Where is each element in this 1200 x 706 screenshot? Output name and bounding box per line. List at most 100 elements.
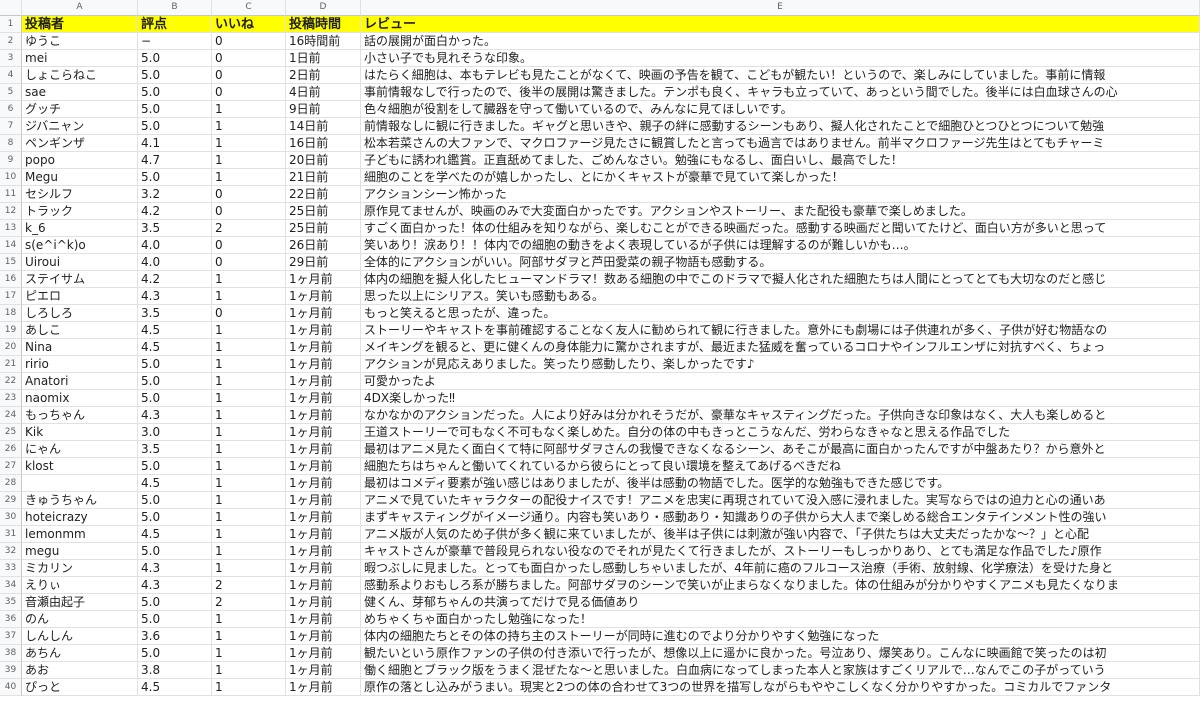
- cell-review[interactable]: 色々細胞が役割をして臓器を守って働いているので、みんなに見てほしいです。: [361, 101, 1200, 118]
- row-number[interactable]: 10: [0, 169, 22, 186]
- cell-poster[interactable]: もっちゃん: [22, 407, 138, 424]
- cell-review[interactable]: はたらく細胞は、本もテレビも見たことがなくて、映画の予告を観て、こどもが観たい！…: [361, 67, 1200, 84]
- cell-rating[interactable]: 5.0: [138, 492, 212, 509]
- cell-review[interactable]: 4DX楽しかった‼︎: [361, 390, 1200, 407]
- cell-rating[interactable]: 5.0: [138, 50, 212, 67]
- cell-poster[interactable]: あちん: [22, 645, 138, 662]
- row-number[interactable]: 15: [0, 254, 22, 271]
- cell-review[interactable]: 最初はコメディ要素が強い感じはありましたが、後半は感動の物語でした。医学的な勉強…: [361, 475, 1200, 492]
- cell-likes[interactable]: 1: [212, 339, 286, 356]
- cell-review[interactable]: ストーリーやキャストを事前確認することなく友人に勧められて観に行きました。意外に…: [361, 322, 1200, 339]
- cell-posted-time[interactable]: 25日前: [286, 203, 361, 220]
- cell-posted-time[interactable]: 1ヶ月前: [286, 424, 361, 441]
- cell-rating[interactable]: 5.0: [138, 594, 212, 611]
- cell-rating[interactable]: 5.0: [138, 645, 212, 662]
- cell-likes[interactable]: 1: [212, 611, 286, 628]
- cell-posted-time[interactable]: 1ヶ月前: [286, 441, 361, 458]
- cell-poster[interactable]: Anatori: [22, 373, 138, 390]
- cell-likes[interactable]: 0: [212, 50, 286, 67]
- cell-posted-time[interactable]: 1ヶ月前: [286, 373, 361, 390]
- cell-poster[interactable]: 音瀬由起子: [22, 594, 138, 611]
- row-number[interactable]: 27: [0, 458, 22, 475]
- cell-poster[interactable]: セシルフ: [22, 186, 138, 203]
- cell-likes[interactable]: 1: [212, 118, 286, 135]
- cell-rating[interactable]: 5.0: [138, 390, 212, 407]
- cell-review[interactable]: 可愛かったよ: [361, 373, 1200, 390]
- cell-poster[interactable]: しんしん: [22, 628, 138, 645]
- cell-likes[interactable]: 1: [212, 424, 286, 441]
- cell-review[interactable]: 事前情報なしで行ったので、後半の展開は驚きました。テンポも良く、キャラも立ってい…: [361, 84, 1200, 101]
- cell-rating[interactable]: 5.0: [138, 101, 212, 118]
- cell-review[interactable]: なかなかのアクションだった。人により好みは分かれそうだが、豪華なキャスティングだ…: [361, 407, 1200, 424]
- row-number[interactable]: 33: [0, 560, 22, 577]
- cell-poster[interactable]: きゅうちゃん: [22, 492, 138, 509]
- cell-review[interactable]: アニメで見ていたキャラクターの配役ナイスです！アニメを忠実に再現されていて没入感…: [361, 492, 1200, 509]
- cell-review[interactable]: 働く細胞とブラック版をうまく混ぜたな〜と思いました。白血病になってしまった本人と…: [361, 662, 1200, 679]
- cell-rating[interactable]: 5.0: [138, 543, 212, 560]
- cell-posted-time[interactable]: 1ヶ月前: [286, 526, 361, 543]
- row-number[interactable]: 13: [0, 220, 22, 237]
- cell-rating[interactable]: 5.0: [138, 169, 212, 186]
- row-number[interactable]: 2: [0, 33, 22, 50]
- cell-likes[interactable]: 0: [212, 67, 286, 84]
- cell-poster[interactable]: しょこらねこ: [22, 67, 138, 84]
- cell-review[interactable]: 子どもに誘われ鑑賞。正直舐めてました、ごめんなさい。勉強にもなるし、面白いし、最…: [361, 152, 1200, 169]
- cell-posted-time[interactable]: 1ヶ月前: [286, 611, 361, 628]
- cell-review[interactable]: すごく面白かった！体の仕組みを知りながら、楽しむことができる映画だった。感動する…: [361, 220, 1200, 237]
- cell-likes[interactable]: 1: [212, 628, 286, 645]
- row-number[interactable]: 35: [0, 594, 22, 611]
- cell-rating[interactable]: 4.5: [138, 475, 212, 492]
- cell-posted-time[interactable]: 1日前: [286, 50, 361, 67]
- cell-review[interactable]: 細胞たちはちゃんと働いてくれているから彼らにとって良い環境を整えてあげるべきだね: [361, 458, 1200, 475]
- cell-review[interactable]: まずキャスティングがイメージ通り。内容も笑いあり・感動あり・知識ありの子供から大…: [361, 509, 1200, 526]
- cell-poster[interactable]: ぴっと: [22, 679, 138, 696]
- row-number[interactable]: 29: [0, 492, 22, 509]
- cell-rating[interactable]: 3.0: [138, 424, 212, 441]
- cell-posted-time[interactable]: 2日前: [286, 67, 361, 84]
- cell-rating[interactable]: 5.0: [138, 509, 212, 526]
- cell-poster[interactable]: hoteicrazy: [22, 509, 138, 526]
- cell-review[interactable]: 原作見てませんが、映画のみで大変面白かったです。アクションやストーリー、また配役…: [361, 203, 1200, 220]
- cell-review[interactable]: 感動系よりおもしろ系が勝ちました。阿部サダヲのシーンで笑いが止まらなくなりました…: [361, 577, 1200, 594]
- cell-likes[interactable]: 2: [212, 577, 286, 594]
- cell-poster[interactable]: のん: [22, 611, 138, 628]
- cell-likes[interactable]: 1: [212, 492, 286, 509]
- column-header-c[interactable]: C: [212, 0, 286, 16]
- cell-poster[interactable]: Nina: [22, 339, 138, 356]
- cell-posted-time[interactable]: 1ヶ月前: [286, 458, 361, 475]
- cell-review[interactable]: 王道ストーリーで可もなく不可もなく楽しめた。自分の体の中もきっとこうなんだ、労わ…: [361, 424, 1200, 441]
- cell-review[interactable]: 体内の細胞たちとその体の持ち主のストーリーが同時に進むのでより分かりやすく勉強に…: [361, 628, 1200, 645]
- cell-likes[interactable]: 2: [212, 220, 286, 237]
- row-number[interactable]: 28: [0, 475, 22, 492]
- cell-poster[interactable]: [22, 475, 138, 492]
- cell-poster[interactable]: ピエロ: [22, 288, 138, 305]
- cell-posted-time[interactable]: 16日前: [286, 135, 361, 152]
- header-cell-poster[interactable]: 投稿者: [22, 16, 138, 33]
- cell-poster[interactable]: ステイサム: [22, 271, 138, 288]
- cell-posted-time[interactable]: 25日前: [286, 220, 361, 237]
- row-number[interactable]: 6: [0, 101, 22, 118]
- cell-poster[interactable]: えりぃ: [22, 577, 138, 594]
- cell-poster[interactable]: にゃん: [22, 441, 138, 458]
- cell-poster[interactable]: ミカリン: [22, 560, 138, 577]
- cell-likes[interactable]: 1: [212, 322, 286, 339]
- cell-likes[interactable]: 1: [212, 441, 286, 458]
- row-number[interactable]: 19: [0, 322, 22, 339]
- cell-likes[interactable]: 1: [212, 101, 286, 118]
- header-cell-posted-time[interactable]: 投稿時間: [286, 16, 361, 33]
- row-number[interactable]: 9: [0, 152, 22, 169]
- cell-review[interactable]: 松本若菜さんの大ファンで、マクロファージ見たさに観賞したと言っても過言ではありま…: [361, 135, 1200, 152]
- cell-likes[interactable]: 0: [212, 237, 286, 254]
- cell-rating[interactable]: 3.5: [138, 305, 212, 322]
- cell-posted-time[interactable]: 1ヶ月前: [286, 679, 361, 696]
- cell-posted-time[interactable]: 1ヶ月前: [286, 407, 361, 424]
- row-number[interactable]: 39: [0, 662, 22, 679]
- cell-posted-time[interactable]: 16時間前: [286, 33, 361, 50]
- row-number[interactable]: 36: [0, 611, 22, 628]
- cell-review[interactable]: 健くん、芽郁ちゃんの共演ってだけで見る価値あり: [361, 594, 1200, 611]
- cell-poster[interactable]: あしこ: [22, 322, 138, 339]
- cell-review[interactable]: 最初はアニメ見たく面白くて特に阿部サダヲさんの我慢できなくなるシーン、あそこが最…: [361, 441, 1200, 458]
- cell-posted-time[interactable]: 1ヶ月前: [286, 305, 361, 322]
- cell-posted-time[interactable]: 1ヶ月前: [286, 288, 361, 305]
- row-number[interactable]: 14: [0, 237, 22, 254]
